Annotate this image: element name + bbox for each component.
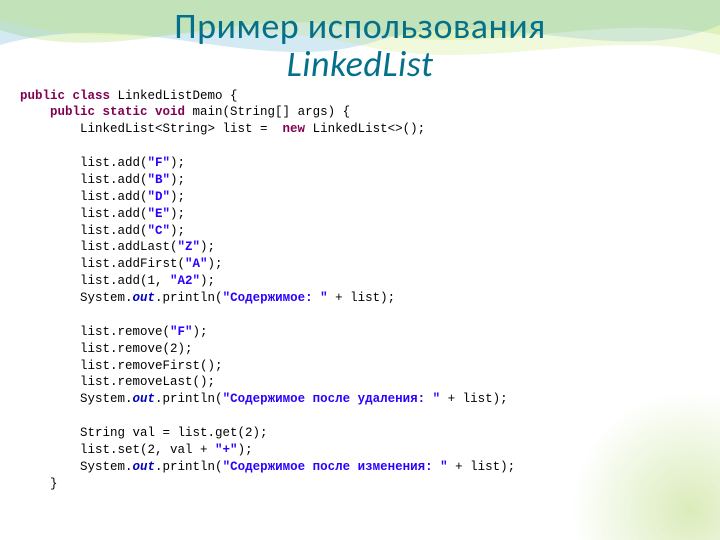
title-emphasis: LinkedList bbox=[287, 42, 434, 86]
slide-title: Пример использования LinkedList bbox=[0, 0, 720, 84]
code-block: public class LinkedListDemo { public sta… bbox=[20, 88, 720, 493]
